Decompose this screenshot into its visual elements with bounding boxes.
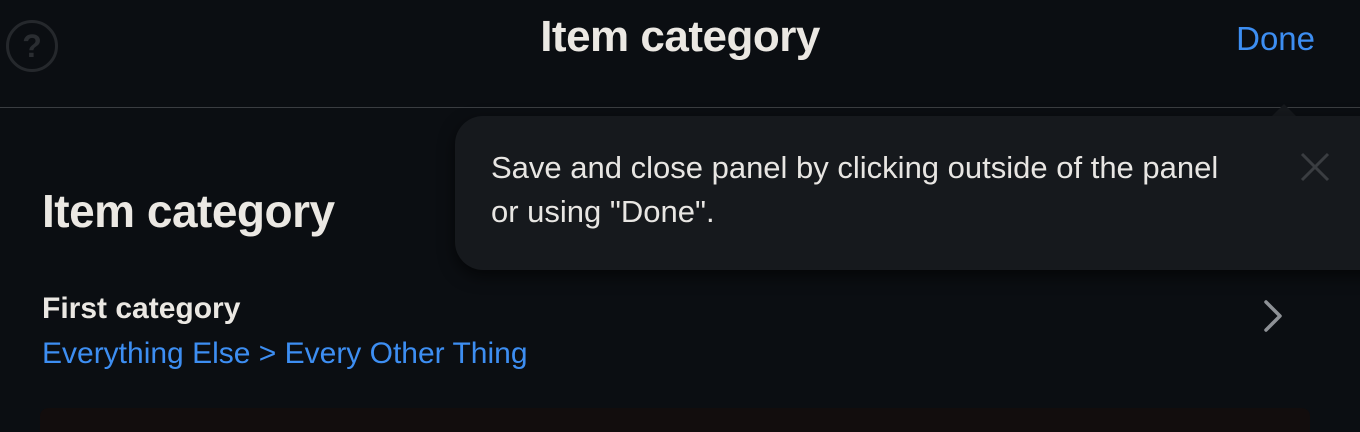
section-title: Item category [42,185,335,237]
first-category-label: First category [42,292,241,325]
chevron-right-icon [1264,300,1282,332]
header-title: Item category [540,12,820,61]
first-category-value: Everything Else > Every Other Thing [42,337,528,370]
next-section-edge [40,408,1310,432]
save-hint-tooltip: Save and close panel by clicking outside… [455,116,1360,270]
item-category-panel: ? Item category Done Item category First… [0,0,1360,432]
panel-header: ? Item category Done [0,0,1360,108]
first-category-row[interactable]: First category Everything Else > Every O… [0,282,1360,382]
tooltip-message: Save and close panel by clicking outside… [491,150,1219,229]
done-button[interactable]: Done [1236,20,1315,58]
close-icon[interactable] [1298,150,1332,184]
